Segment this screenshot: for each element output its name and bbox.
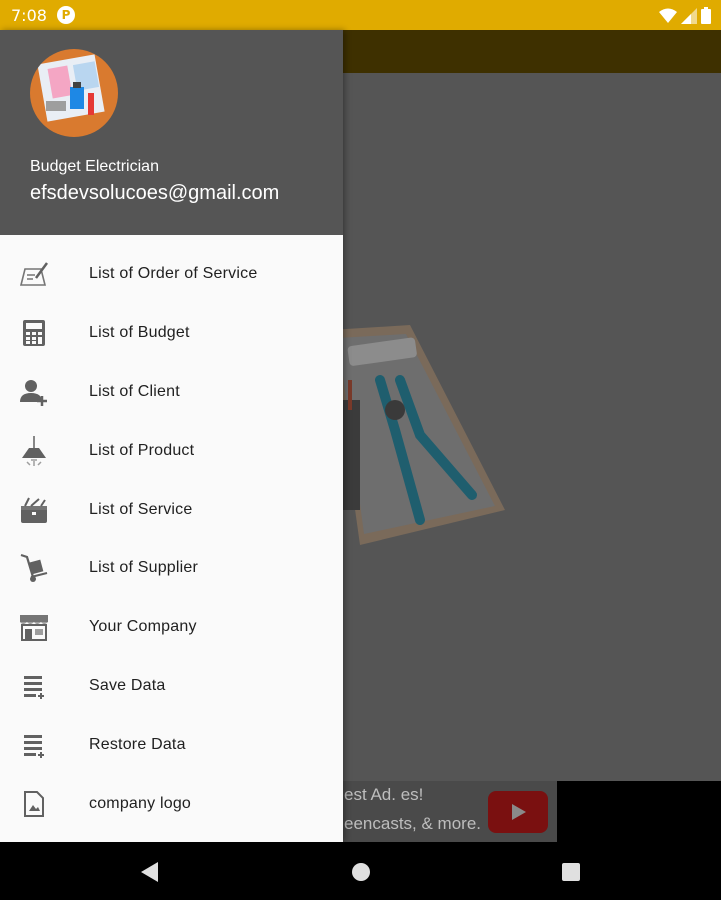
menu-item-label: List of Service: [89, 500, 193, 518]
avatar-logo: [37, 54, 105, 122]
status-bar: 7:08 P: [0, 0, 721, 30]
clipboard-pen-icon: [18, 258, 50, 290]
menu-item-list-of-client[interactable]: List of Client: [0, 363, 343, 422]
lamp-icon: [18, 435, 50, 467]
menu-item-label: company logo: [89, 794, 192, 812]
header-email: efsdevsolucoes@gmail.com: [30, 182, 280, 204]
menu-item-your-company[interactable]: Your Company: [0, 598, 343, 657]
add-user-icon: [18, 376, 50, 408]
menu-item-label: Restore Data: [89, 735, 186, 753]
playlist-add-icon: [18, 670, 50, 702]
menu-item-save-data[interactable]: Save Data: [0, 657, 343, 716]
header-app-name: Budget Electrician: [30, 158, 159, 175]
menu-item-list-of-supplier[interactable]: List of Supplier: [0, 539, 343, 598]
drawer-header: Budget Electrician efsdevsolucoes@gmail.…: [0, 30, 343, 235]
wifi-icon: [659, 8, 677, 23]
back-icon[interactable]: [138, 860, 162, 884]
image-file-icon: [18, 788, 50, 820]
status-time: 7:08: [11, 6, 47, 25]
drawer-menu: List of Order of Service List of Budget …: [0, 245, 343, 833]
ad-text-line2: eencasts, & more.: [344, 814, 482, 833]
recents-icon[interactable]: [559, 860, 583, 884]
storefront-icon: [18, 611, 50, 643]
menu-item-restore-data[interactable]: Restore Data: [0, 715, 343, 774]
ad-text-line1: est Ad. es!: [344, 785, 424, 804]
system-nav-bar: [0, 842, 721, 900]
menu-item-list-of-service[interactable]: List of Service: [0, 480, 343, 539]
menu-item-list-of-product[interactable]: List of Product: [0, 421, 343, 480]
menu-item-company-logo[interactable]: company logo: [0, 774, 343, 833]
menu-item-label: List of Supplier: [89, 559, 199, 577]
hand-truck-icon: [18, 552, 50, 584]
battery-icon: [701, 7, 711, 24]
home-icon[interactable]: [349, 860, 373, 884]
playlist-restore-icon: [18, 729, 50, 761]
signal-icon: [681, 7, 697, 24]
menu-item-label: List of Budget: [89, 324, 190, 342]
menu-item-list-of-order-of-service[interactable]: List of Order of Service: [0, 245, 343, 304]
navigation-drawer: Budget Electrician efsdevsolucoes@gmail.…: [0, 30, 343, 842]
menu-item-label: List of Order of Service: [89, 265, 258, 283]
menu-item-label: Save Data: [89, 676, 166, 694]
menu-item-label: List of Client: [89, 382, 180, 400]
youtube-play-icon[interactable]: [488, 791, 548, 833]
menu-item-label: List of Product: [89, 441, 195, 459]
toolbox-icon: [18, 494, 50, 526]
menu-item-list-of-budget[interactable]: List of Budget: [0, 304, 343, 363]
avatar[interactable]: [30, 49, 118, 137]
notification-p-icon: P: [57, 6, 75, 24]
calculator-icon: [18, 317, 50, 349]
menu-item-label: Your Company: [89, 618, 197, 636]
system-icons: [659, 7, 711, 24]
